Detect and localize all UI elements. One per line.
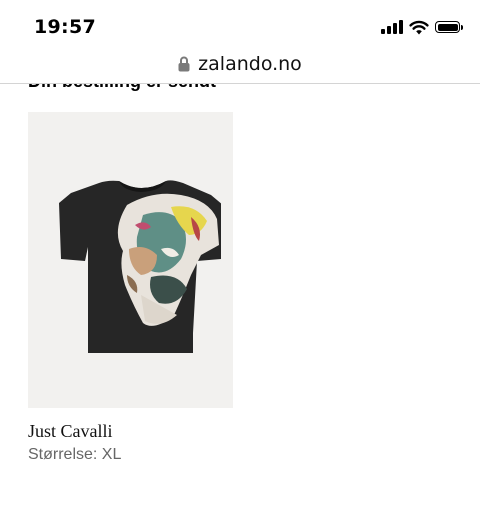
order-confirmation-heading: Din bestilling er sendt xyxy=(28,84,216,92)
status-bar: 19:57 xyxy=(0,0,480,44)
size-label: Størrelse: xyxy=(28,446,98,463)
battery-icon xyxy=(435,21,463,33)
size-value: XL xyxy=(101,446,122,463)
wifi-icon xyxy=(409,20,429,34)
product-brand: Just Cavalli xyxy=(28,421,113,441)
address-bar[interactable]: zalando.no xyxy=(0,44,480,84)
product-card[interactable]: Just Cavalli Størrelse: XL xyxy=(28,112,233,464)
url-text[interactable]: zalando.no xyxy=(198,53,302,75)
t-shirt-image xyxy=(58,180,221,353)
signal-icon xyxy=(381,20,403,34)
product-size: Størrelse: XL xyxy=(28,446,233,464)
status-time: 19:57 xyxy=(34,16,96,38)
status-icons xyxy=(381,17,463,37)
page-content: Din bestilling er sendt xyxy=(0,84,480,532)
product-image[interactable] xyxy=(28,112,233,408)
lock-icon xyxy=(178,56,190,71)
